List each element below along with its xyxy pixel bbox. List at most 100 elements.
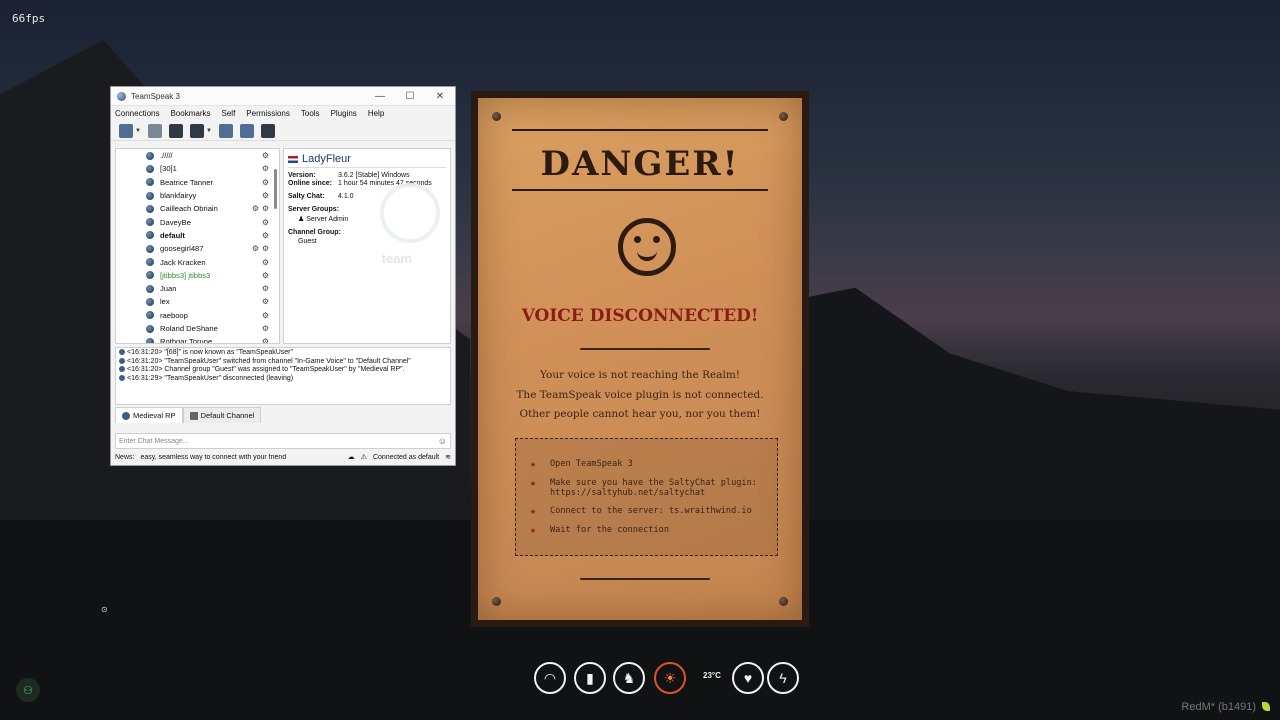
menu-tools[interactable]: Tools <box>301 109 320 118</box>
tree-client-row[interactable]: .///// ⚙ <box>116 149 279 162</box>
teamspeak-window[interactable]: TeamSpeak 3 — ☐ ✕ Connections Bookmarks … <box>110 86 456 466</box>
nail-icon <box>779 112 788 121</box>
mute-speakers-icon[interactable] <box>189 123 204 138</box>
close-button[interactable]: ✕ <box>425 91 455 102</box>
menu-self[interactable]: Self <box>222 109 236 118</box>
menu-bookmarks[interactable]: Bookmarks <box>170 109 210 118</box>
group-badge-icon: ⚙ <box>261 337 269 344</box>
netherlands-flag-icon <box>288 155 298 163</box>
news-label: News: <box>115 453 135 461</box>
smiley-face-icon <box>618 218 676 276</box>
chevron-down-icon[interactable]: ▼ <box>206 128 212 134</box>
tree-client-row[interactable]: DaveyBe ⚙ <box>116 215 279 228</box>
group-badge-icon: ⚙ <box>261 297 269 307</box>
away-icon[interactable] <box>218 123 233 138</box>
chat-log[interactable]: <16:31:20> "[68]" is now known as "TeamS… <box>115 347 451 405</box>
menu-permissions[interactable]: Permissions <box>246 109 290 118</box>
star-icon: ★ <box>530 459 537 470</box>
star-icon: ★ <box>530 525 537 536</box>
disconnect-icon[interactable] <box>147 123 162 138</box>
leaf-icon <box>1262 702 1270 711</box>
tab-default-channel[interactable]: Default Channel <box>182 407 262 423</box>
client-name-label: DaveyBe <box>160 217 191 227</box>
client-status-icon <box>146 178 154 187</box>
hotkey-icon[interactable] <box>260 123 275 138</box>
tree-scrollbar[interactable] <box>274 169 277 209</box>
step-item: ★ Connect to the server: ts.wraithwind.io <box>530 506 752 517</box>
maximize-button[interactable]: ☐ <box>395 91 425 102</box>
tree-client-row[interactable]: raeboop ⚙ <box>116 309 279 322</box>
wifi-icon: ≋ <box>445 454 451 461</box>
client-status-icon <box>146 244 154 253</box>
divider <box>512 129 768 131</box>
chat-line: <16:31:20> Channel group "Guest" was ass… <box>119 366 447 375</box>
step-item: ★ Open TeamSpeak 3 <box>530 459 633 470</box>
client-name-label: blankfairyy <box>160 191 197 201</box>
chat-line: <16:31:20> "TeamSpeakUser" switched from… <box>119 358 447 367</box>
info-icon <box>119 349 125 356</box>
mute-microphone-icon[interactable] <box>168 123 183 138</box>
fps-counter: 66fps <box>12 12 46 25</box>
voice-icon: ◠ <box>534 662 566 694</box>
channel-tree[interactable]: ./////⚙ [30]1 ⚙ Beatrice Tanner ⚙ blankfairyy… <box>115 148 280 344</box>
eye <box>653 236 660 243</box>
tree-client-row[interactable]: [jtibbs3] jtibbs3 ⚙ <box>116 269 279 282</box>
info-icon <box>119 366 125 373</box>
client-status-icon <box>146 324 154 333</box>
teamspeak-watermark-icon <box>380 183 440 243</box>
menu-connections[interactable]: Connections <box>115 109 159 118</box>
status-bar: News: easy, seamless way to connect with… <box>115 451 451 463</box>
tree-client-row[interactable]: Beatrice Tanner ⚙ <box>116 176 279 189</box>
tree-client-row[interactable]: goosegirl487 ⚙ ⚙ <box>116 242 279 255</box>
client-name-label: raeboop <box>160 310 188 320</box>
client-status-icon <box>146 271 154 280</box>
poster-subtitle: VOICE DISCONNECTED! <box>521 306 759 326</box>
group-badge-icon: ⚙ <box>251 244 259 254</box>
menu-plugins[interactable]: Plugins <box>331 109 357 118</box>
tree-client-row[interactable]: Roland DeShane ⚙ <box>116 322 279 335</box>
menu-help[interactable]: Help <box>368 109 384 118</box>
tree-client-row[interactable]: Cailleach Obriain ⚙ ⚙ <box>116 202 279 215</box>
divider <box>580 348 710 350</box>
warning-icon[interactable]: ⚠ <box>361 453 367 461</box>
nail-icon <box>492 112 501 121</box>
tree-client-row[interactable]: lex ⚙ <box>116 295 279 308</box>
client-status-icon <box>146 258 154 267</box>
group-badge-icon: ⚙ <box>261 230 269 240</box>
temperature-readout: 23°C <box>703 671 721 680</box>
connect-icon[interactable] <box>119 123 133 138</box>
tree-client-row[interactable]: default ⚙ <box>116 229 279 242</box>
minimize-button[interactable]: — <box>365 91 395 102</box>
client-name-label: Jack Kracken <box>160 257 206 267</box>
contacts-icon[interactable] <box>239 123 254 138</box>
client-name-label: Roland DeShane <box>160 324 218 333</box>
client-name-label: Rothgar Torune <box>160 337 213 344</box>
client-name: LadyFleur <box>288 153 446 168</box>
chat-line: <16:31:20> "[68]" is now known as "TeamS… <box>119 349 447 358</box>
tab-medieval-rp[interactable]: Medieval RP <box>115 407 183 423</box>
tree-client-row[interactable]: blankfairyy ⚙ <box>116 189 279 202</box>
danger-poster: DANGER! VOICE DISCONNECTED! Your voice i… <box>471 91 809 627</box>
client-status-icon <box>146 218 154 227</box>
health-icon: ♥ <box>732 662 764 694</box>
news-ticker[interactable]: easy, seamless way to connect with your … <box>140 454 341 461</box>
chat-line: <16:31:29> "TeamSpeakUser" disconnected … <box>119 375 447 384</box>
sun-icon: ☀ <box>654 662 686 694</box>
admin-icon: ♟ <box>298 216 307 223</box>
emoji-icon[interactable]: ☺ <box>438 436 447 446</box>
tree-client-row[interactable]: Rothgar Torune ⚙ <box>116 335 279 344</box>
title-bar[interactable]: TeamSpeak 3 — ☐ ✕ <box>111 87 455 106</box>
group-badge-icon: ⚙ <box>261 324 269 333</box>
group-badge-icon: ⚙ <box>251 204 259 214</box>
chevron-down-icon[interactable]: ▼ <box>135 128 141 134</box>
tree-client-row[interactable]: Jack Kracken ⚙ <box>116 255 279 268</box>
tree-client-row[interactable]: Juan ⚙ <box>116 282 279 295</box>
nail-icon <box>492 597 501 606</box>
group-badge-icon: ⚙ <box>261 164 269 174</box>
chat-input[interactable]: Enter Chat Message... ☺ <box>115 433 451 449</box>
tree-client-row[interactable]: [30]1 ⚙ <box>116 162 279 175</box>
client-status-icon <box>146 204 154 213</box>
deadeye-icon: ϟ <box>767 662 799 694</box>
group-badge-icon: ⚙ <box>261 310 269 320</box>
group-badge-icon: ⚙ <box>261 270 269 280</box>
